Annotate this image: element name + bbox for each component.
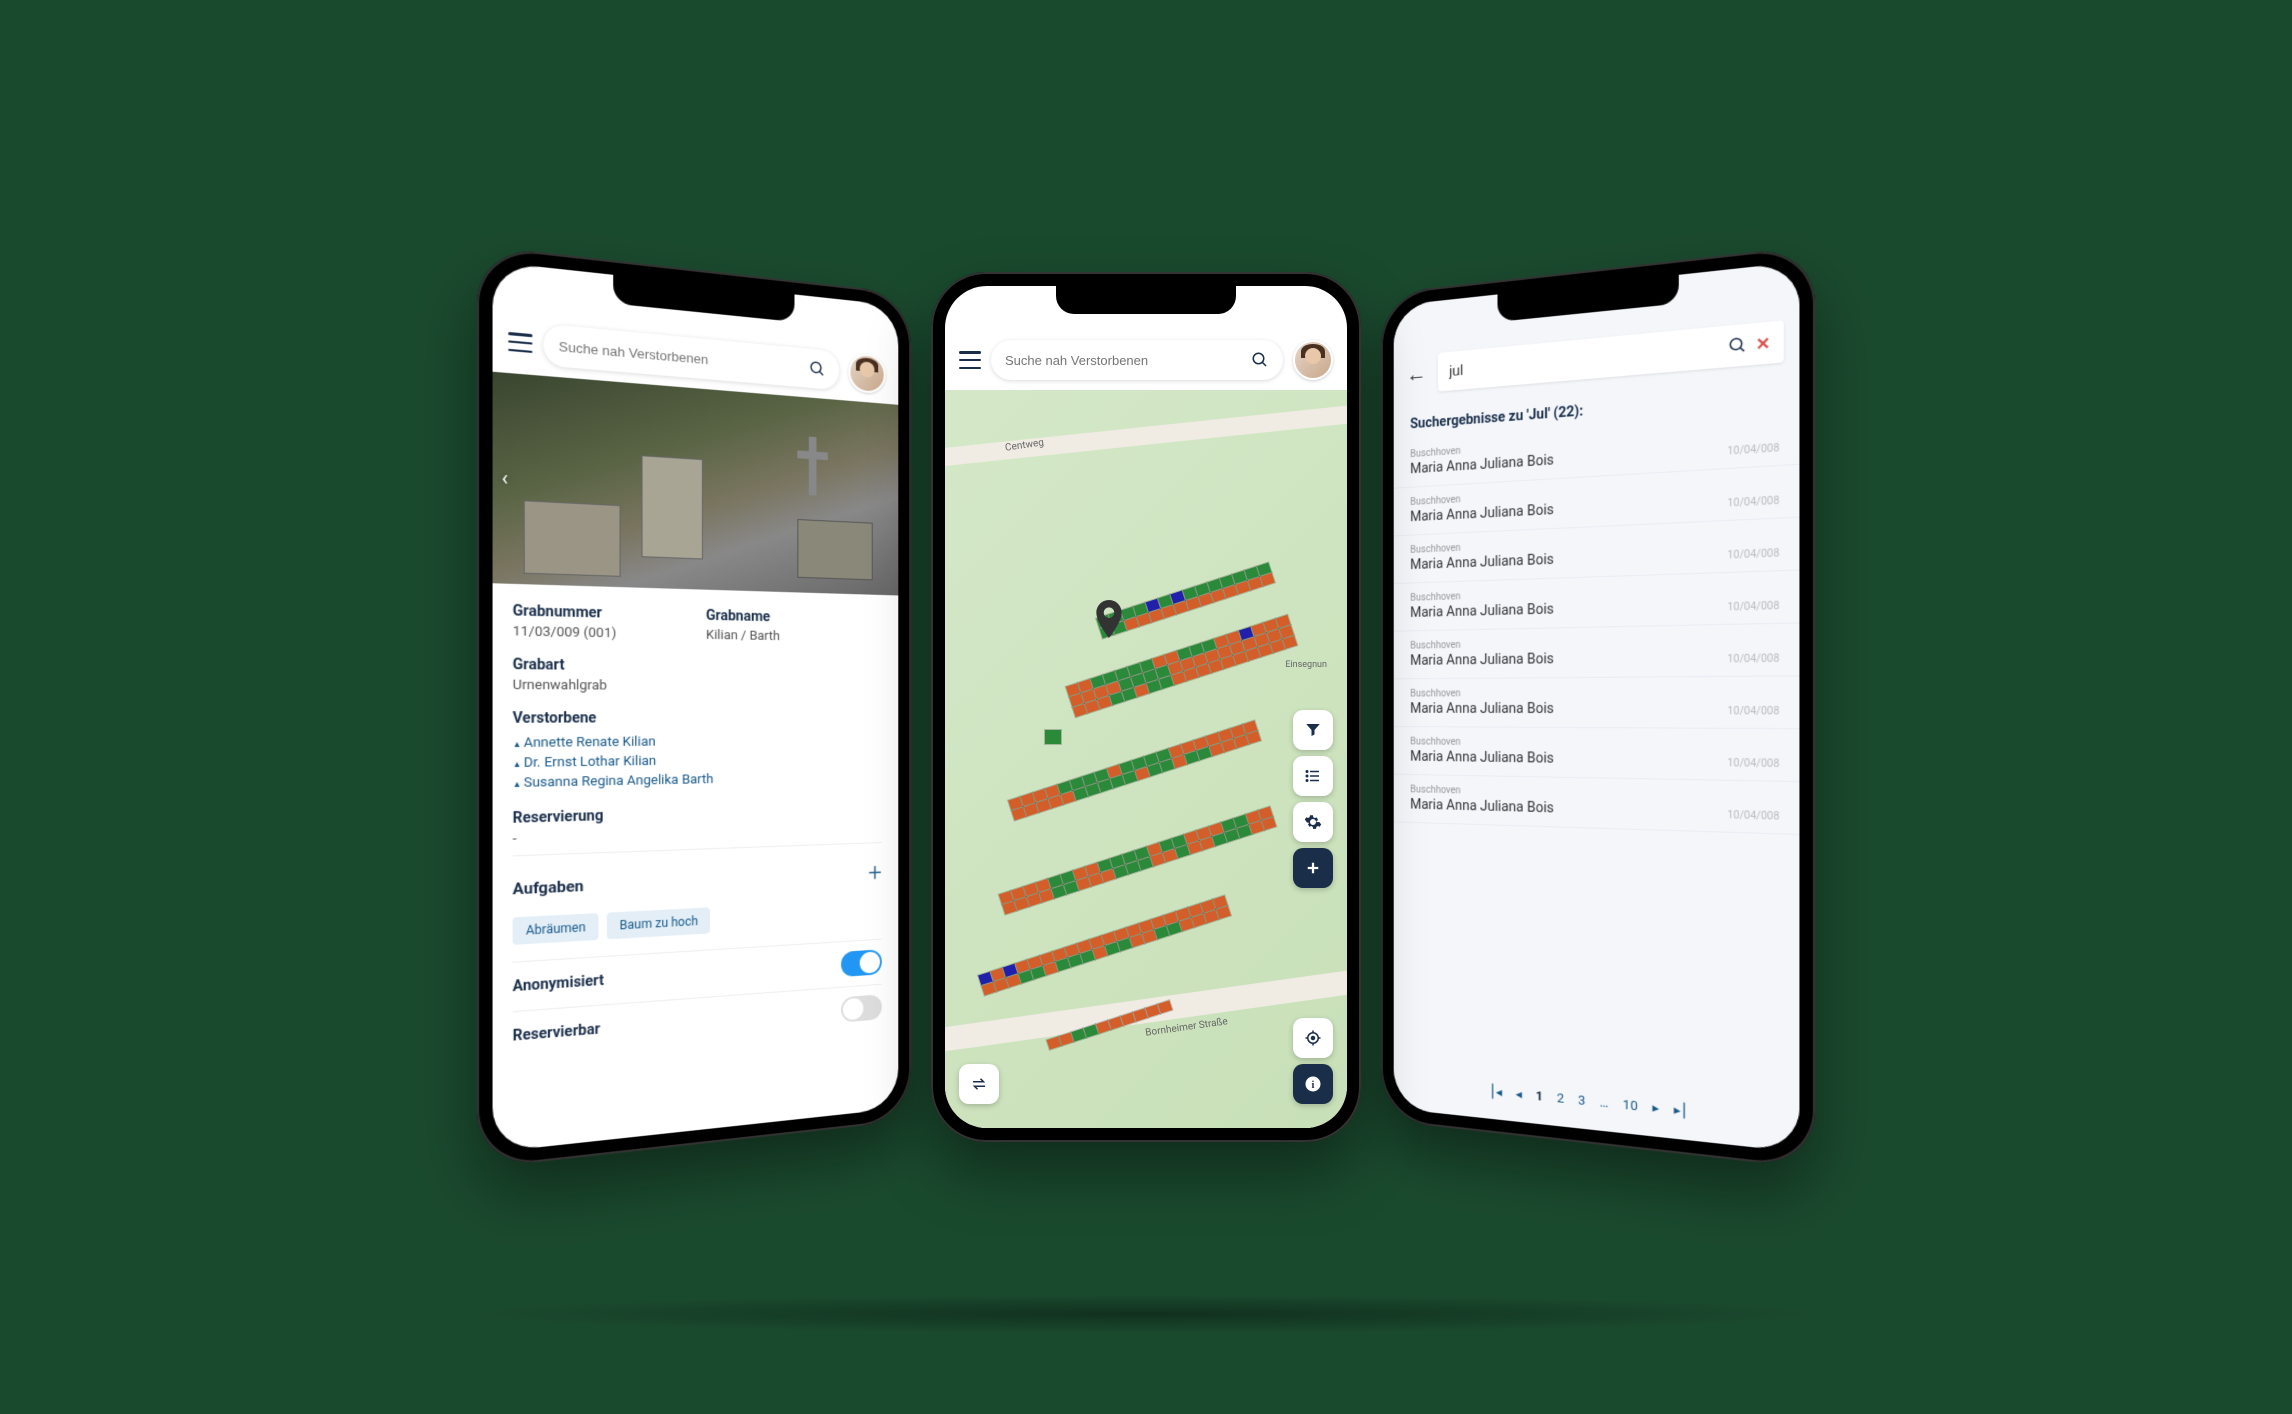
- result-item[interactable]: BuschhovenMaria Anna Juliana Bois 10/04/0…: [1394, 623, 1800, 679]
- back-button[interactable]: ←: [1406, 361, 1426, 388]
- search-icon[interactable]: [1727, 335, 1747, 355]
- task-chip[interactable]: Baum zu hoch: [607, 907, 710, 939]
- info-button[interactable]: i: [1293, 1064, 1333, 1104]
- app-header: [945, 330, 1347, 390]
- reservierbar-label: Reservierbar: [513, 1021, 600, 1045]
- page-ellipsis: …: [1600, 1095, 1609, 1111]
- menu-button[interactable]: [959, 351, 981, 369]
- result-item[interactable]: BuschhovenMaria Anna Juliana Bois 10/04/0…: [1394, 775, 1800, 835]
- verstorbene-label: Verstorbene: [513, 710, 882, 727]
- grabart-label: Grabart: [513, 656, 882, 676]
- search-field[interactable]: [991, 340, 1283, 380]
- grabname-label: Grabname: [706, 608, 882, 628]
- result-code: 10/04/008: [1727, 810, 1779, 823]
- page-next-button[interactable]: ▸: [1652, 1101, 1659, 1117]
- result-location: Buschhoven: [1410, 688, 1554, 699]
- menu-button[interactable]: [508, 332, 532, 353]
- search-input[interactable]: [1449, 338, 1719, 379]
- page-prev-button[interactable]: ◂: [1516, 1087, 1522, 1102]
- add-button[interactable]: [1293, 848, 1333, 888]
- result-name: Maria Anna Juliana Bois: [1410, 602, 1554, 621]
- search-icon[interactable]: [1251, 351, 1269, 369]
- deceased-list: Annette Renate Kilian Dr. Ernst Lothar K…: [513, 731, 882, 793]
- svg-text:i: i: [1312, 1080, 1315, 1091]
- list-button[interactable]: [1293, 756, 1333, 796]
- map-label: Einsegnun: [1285, 660, 1327, 670]
- result-name: Maria Anna Juliana Bois: [1410, 749, 1554, 767]
- page-number[interactable]: 1: [1536, 1089, 1543, 1105]
- result-code: 10/04/008: [1727, 443, 1779, 458]
- prev-photo-button[interactable]: ‹: [501, 465, 508, 491]
- result-code: 10/04/008: [1727, 601, 1779, 614]
- add-task-button[interactable]: +: [868, 858, 882, 887]
- result-item[interactable]: BuschhovenMaria Anna Juliana Bois 10/04/0…: [1394, 727, 1800, 782]
- clear-search-button[interactable]: ✕: [1756, 333, 1771, 354]
- swap-button[interactable]: [959, 1064, 999, 1104]
- map-pin-icon: [1095, 600, 1123, 638]
- cemetery-map[interactable]: Centweg Bornheimer Straße Einsegnun: [945, 390, 1347, 1128]
- settings-button[interactable]: [1293, 802, 1333, 842]
- filter-button[interactable]: [1293, 710, 1333, 750]
- page-number[interactable]: 3: [1578, 1093, 1585, 1109]
- grabnummer-value: 11/03/009 (001): [513, 624, 706, 643]
- page-first-button[interactable]: ⎮◂: [1489, 1084, 1502, 1100]
- result-code: 10/04/008: [1727, 495, 1779, 509]
- reservierbar-toggle[interactable]: [841, 994, 882, 1022]
- result-code: 10/04/008: [1727, 548, 1779, 561]
- result-location: Buschhoven: [1410, 785, 1554, 799]
- search-input[interactable]: [559, 338, 802, 375]
- result-name: Maria Anna Juliana Bois: [1410, 701, 1554, 717]
- results-list: BuschhovenMaria Anna Juliana Bois10/04/0…: [1394, 412, 1800, 835]
- anonymisiert-label: Anonymisiert: [513, 972, 604, 995]
- result-name: Maria Anna Juliana Bois: [1410, 797, 1554, 816]
- aufgaben-label: Aufgaben: [513, 877, 584, 899]
- result-location: Buschhoven: [1410, 638, 1554, 651]
- locate-button[interactable]: [1293, 1018, 1333, 1058]
- search-input[interactable]: [1005, 353, 1243, 368]
- grave-photo: ‹: [493, 372, 899, 596]
- page-number[interactable]: 2: [1557, 1091, 1564, 1107]
- result-code: 10/04/008: [1727, 758, 1779, 770]
- result-name: Maria Anna Juliana Bois: [1410, 651, 1554, 668]
- pagination: ⎮◂ ◂ 1 2 3 … 10 ▸ ▸⎮: [1394, 1062, 1800, 1153]
- page-number[interactable]: 10: [1623, 1098, 1638, 1115]
- result-name: Maria Anna Juliana Bois: [1410, 552, 1554, 573]
- result-code: 10/04/008: [1727, 706, 1779, 718]
- result-item[interactable]: Buschhoven Maria Anna Juliana Bois 10/04/0…: [1394, 676, 1800, 729]
- avatar[interactable]: [849, 352, 886, 394]
- result-code: 10/04/008: [1727, 653, 1779, 665]
- grabnummer-label: Grabnummer: [513, 603, 706, 624]
- avatar[interactable]: [1293, 340, 1333, 380]
- search-icon[interactable]: [809, 359, 826, 378]
- page-last-button[interactable]: ▸⎮: [1674, 1103, 1688, 1120]
- grabname-value: Kilian / Barth: [706, 628, 882, 646]
- anonymisiert-toggle[interactable]: [841, 949, 882, 977]
- result-location: Buschhoven: [1410, 737, 1554, 749]
- grabart-value: Urnenwahlgrab: [513, 678, 882, 695]
- task-chip[interactable]: Abräumen: [513, 913, 599, 945]
